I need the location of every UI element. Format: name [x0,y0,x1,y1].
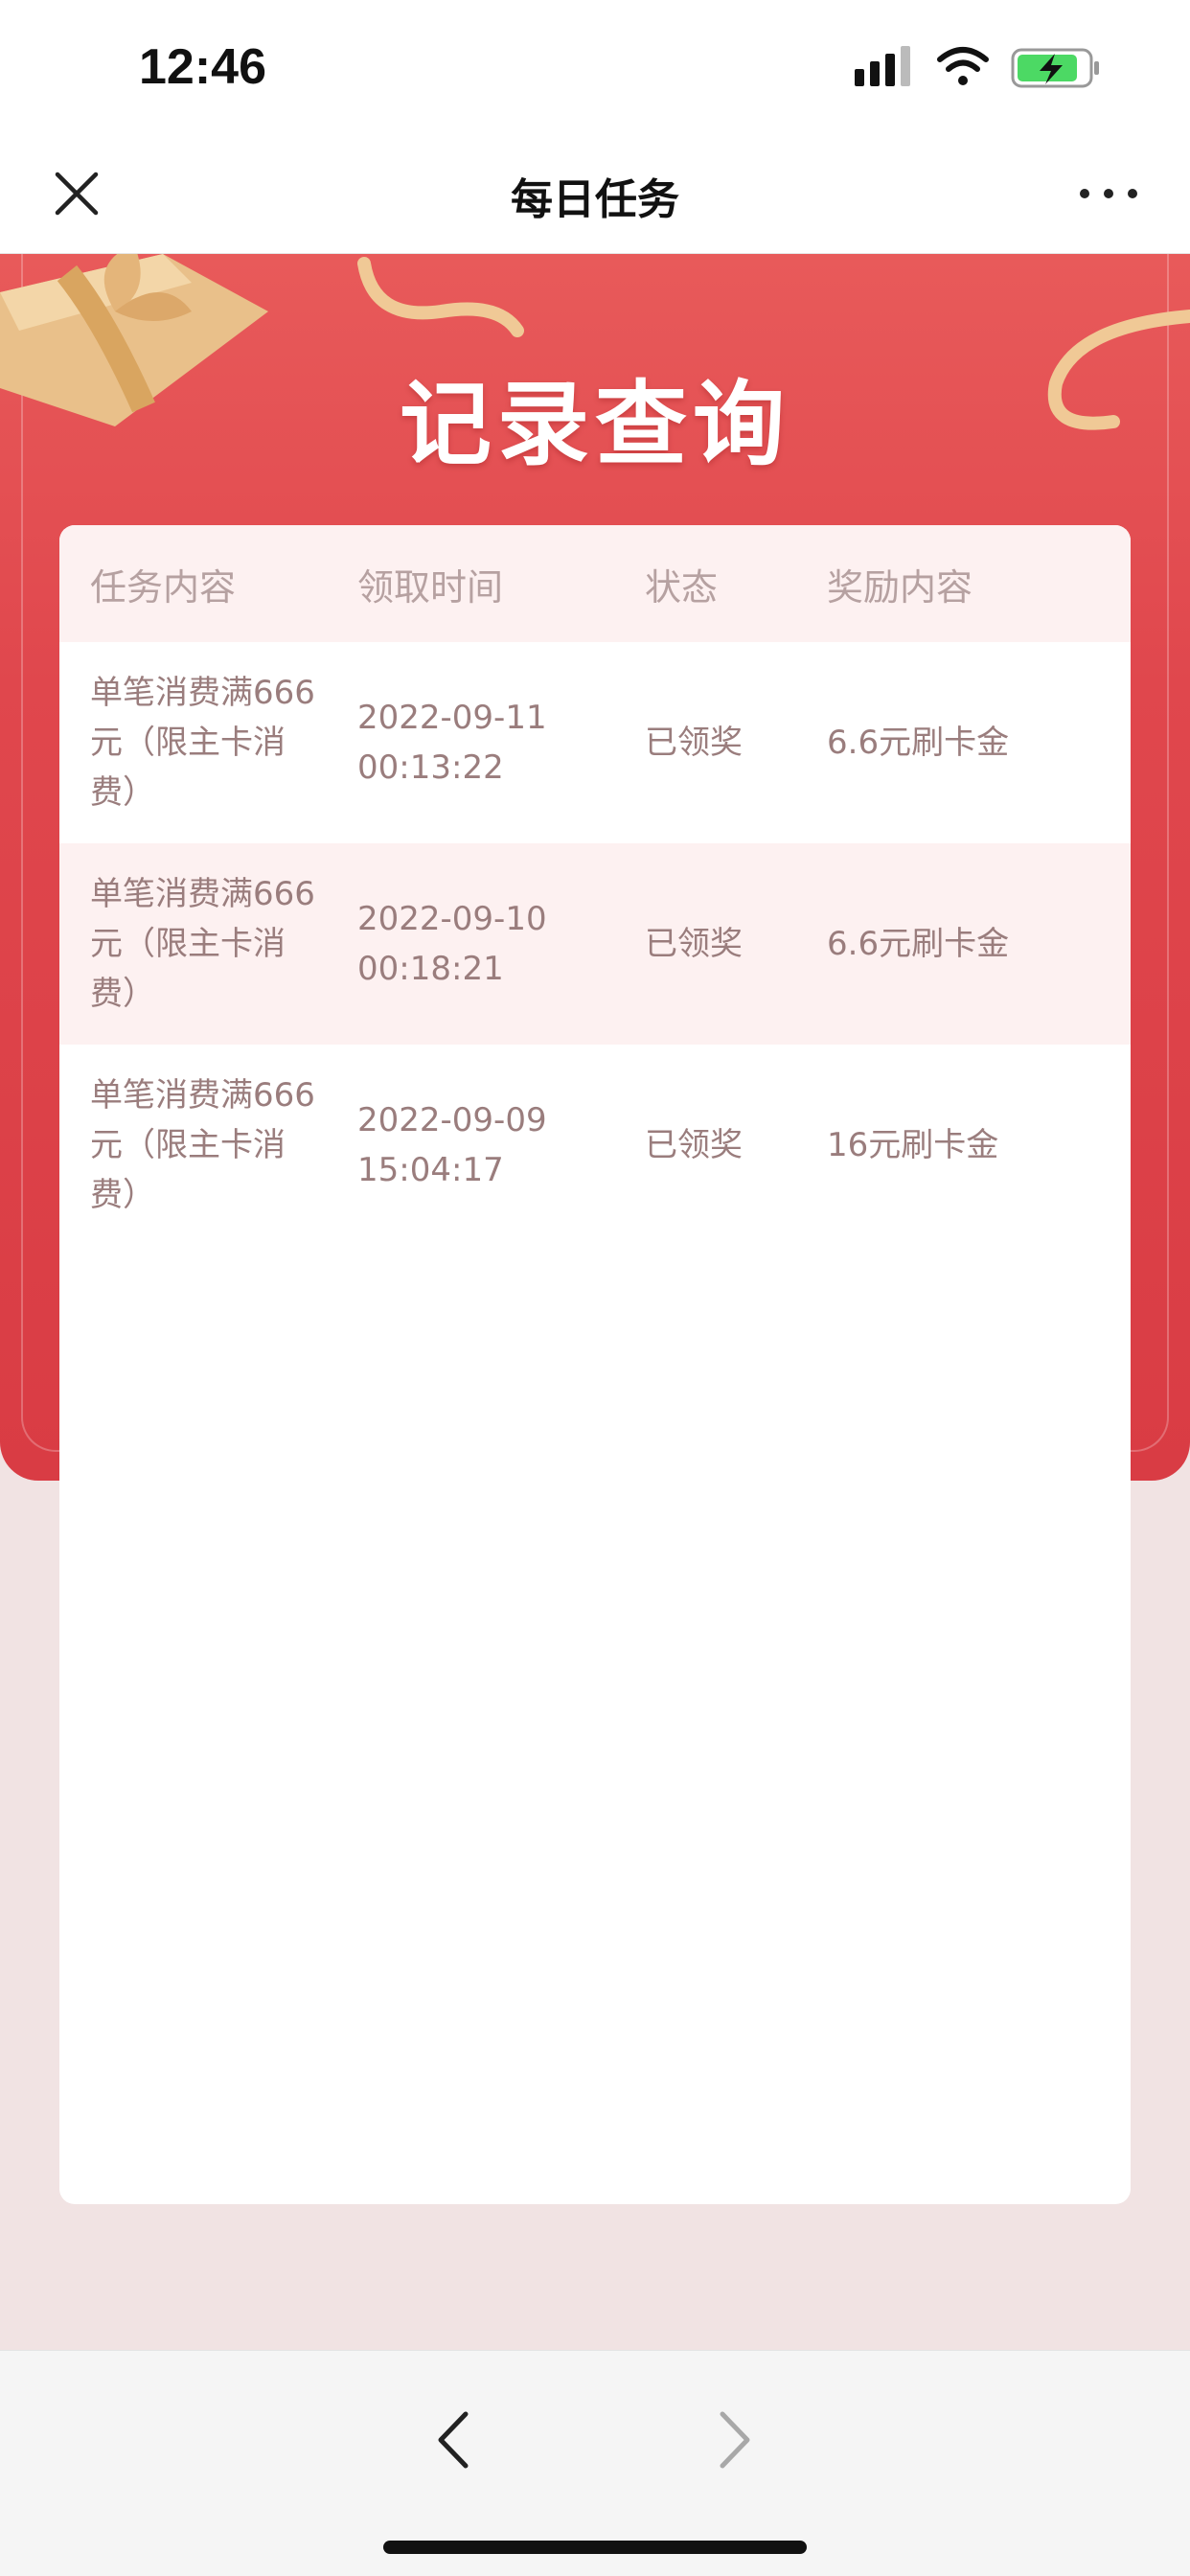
status-cell: 已领奖 [645,925,743,963]
status-cell: 已领奖 [645,724,743,762]
header-task: 任务内容 [90,565,237,609]
header-time: 领取时间 [357,565,504,609]
forward-arrow-icon[interactable] [711,2406,759,2473]
reward-cell: 6.6元刷卡金 [827,925,1010,963]
table-row: 单笔消费满666 元（限主卡消 费） 2022-09-10 00:18:21 已… [59,843,1131,1045]
table-row: 单笔消费满666 元（限主卡消 费） 2022-09-09 15:04:17 已… [59,1045,1131,1246]
ribbon-decoration-icon [357,257,524,337]
time-cell: 2022-09-09 15:04:17 [357,1101,547,1189]
status-bar: 12:46 [0,0,1190,144]
time-cell: 2022-09-11 00:13:22 [357,699,547,787]
records-table: 任务内容 领取时间 状态 奖励内容 单笔消费满666 元（限主卡消 费） 202… [59,525,1131,2204]
table-row: 单笔消费满666 元（限主卡消 费） 2022-09-11 00:13:22 已… [59,642,1131,843]
time-cell: 2022-09-10 00:18:21 [357,900,547,988]
task-cell: 单笔消费满666 元（限主卡消 费） [90,1076,315,1214]
status-time: 12:46 [139,39,266,95]
cellular-signal-icon [855,46,910,86]
header-reward: 奖励内容 [827,565,973,609]
nav-bar: 每日任务 [0,144,1190,254]
reward-cell: 6.6元刷卡金 [827,724,1010,762]
page-title: 每日任务 [511,175,679,224]
home-indicator[interactable] [383,2541,807,2554]
ribbon-decoration-icon [1047,310,1190,430]
browser-toolbar [0,2350,1190,2576]
header-status: 状态 [645,565,719,609]
wifi-icon [937,47,989,85]
more-options-icon[interactable] [1075,165,1142,222]
battery-charging-icon [1011,48,1099,88]
gift-box-decoration-icon [0,254,268,426]
task-cell: 单笔消费满666 元（限主卡消 费） [90,674,315,812]
status-icons [855,46,1099,88]
reward-cell: 16元刷卡金 [827,1126,999,1164]
status-cell: 已领奖 [645,1126,743,1164]
back-arrow-icon[interactable] [429,2406,477,2473]
task-cell: 单笔消费满666 元（限主卡消 费） [90,875,315,1013]
table-header: 任务内容 领取时间 状态 奖励内容 [59,525,1131,642]
